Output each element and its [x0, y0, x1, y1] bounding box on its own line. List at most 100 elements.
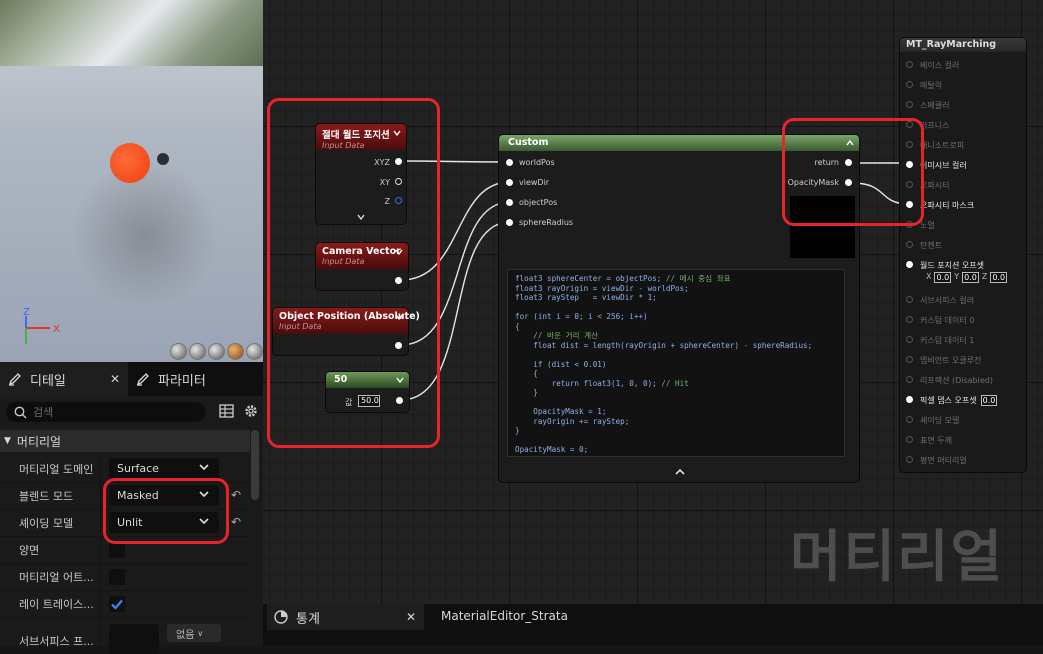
material-input-pin-row[interactable]: 탄젠트 [906, 240, 942, 251]
material-input-pin[interactable] [906, 261, 913, 268]
tab-materialeditor-strata[interactable]: MaterialEditor_Strata [441, 609, 568, 623]
preview-sphere-button[interactable] [189, 343, 206, 360]
material-input-pin-row[interactable]: 서브서피스 컬러 [906, 295, 974, 306]
tab-parameters[interactable]: 파라미터 [128, 362, 214, 396]
chevron-up-icon[interactable] [675, 468, 685, 476]
material-input-pin[interactable] [906, 396, 913, 403]
material-graph-canvas[interactable]: 절대 월드 포지션 Input Data XYZ XY Z Camera Vec… [263, 0, 1043, 604]
material-input-pin-row[interactable]: 리프랙션 (Disabled) [906, 375, 993, 386]
material-input-pin-row[interactable]: 커스텀 데이터 1 [906, 335, 974, 346]
material-input-label: 커스텀 데이터 1 [920, 336, 975, 345]
code-comment: // 바운 거리 계산 [533, 331, 599, 340]
material-input-pin[interactable] [906, 61, 913, 68]
material-input-pin[interactable] [906, 296, 913, 303]
code-line: float3 rayStep = viewDir * 1; [515, 293, 837, 303]
material-input-label: 표면 두께 [920, 436, 952, 445]
material-input-pin[interactable] [906, 456, 913, 463]
material-domain-dropdown[interactable]: Surface [109, 458, 219, 479]
code-line: return float3(1, 0, 0); // Hit [515, 379, 837, 389]
preview-cube-button[interactable] [227, 343, 244, 360]
chevron-down-icon: ∨ [197, 628, 204, 638]
material-input-pin[interactable] [906, 316, 913, 323]
details-scrollbar[interactable] [251, 430, 259, 500]
bottom-tabbar: 통계 ✕ MaterialEditor_Strata [263, 604, 1043, 646]
material-input-pin-row[interactable]: 픽셀 뎁스 오프셋 0.0 [906, 395, 998, 406]
input-pin-worldpos[interactable] [506, 159, 513, 166]
axis-z-label: Z [23, 308, 30, 318]
code-line: return float3(0, 0, 0); // Miss [515, 455, 837, 457]
gear-icon[interactable] [243, 403, 259, 419]
code-text: } [515, 426, 520, 435]
table-view-icon[interactable] [219, 404, 234, 418]
material-input-pin[interactable] [906, 101, 913, 108]
close-icon[interactable]: ✕ [406, 610, 416, 624]
code-text: float3 rayOrigin = viewDir - worldPos; [515, 283, 689, 293]
material-input-pin-row[interactable]: 표면 두께 [906, 435, 952, 446]
material-input-pin-row[interactable]: 메탈릭 [906, 80, 942, 91]
material-preview-viewport[interactable]: Z X [0, 0, 263, 362]
section-header-material[interactable]: ▼ 머티리얼 [0, 430, 250, 452]
code-comment: // Miss [620, 455, 657, 457]
preview-cylinder-button[interactable] [170, 343, 187, 360]
input-pin-objectpos[interactable] [506, 199, 513, 206]
code-text: float3 sphereCenter = objectPos; [515, 274, 662, 283]
chevron-down-icon: ▼ [4, 436, 11, 446]
material-input-pin[interactable] [906, 81, 913, 88]
input-pin-viewdir[interactable] [506, 179, 513, 186]
section-title: 머티리얼 [16, 434, 62, 449]
preview-teapot-button[interactable] [246, 343, 263, 360]
tab-details[interactable]: 디테일 ✕ [0, 362, 128, 396]
two-sided-checkbox[interactable] [109, 542, 125, 558]
property-label: 양면 [19, 544, 40, 557]
node-material-output[interactable]: MT_RayMarching 베이스 컬러 메탈릭 스페큘러 러프니스 애니소트로피 이미… [900, 38, 1026, 472]
reset-to-default-icon[interactable]: ↶ [231, 515, 241, 529]
input-pin-sphereradius[interactable] [506, 219, 513, 226]
code-line: } [515, 388, 837, 398]
asset-picker-dropdown[interactable]: 없음 ∨ [167, 624, 221, 642]
property-row-subsurface-profile: 서브서피스 프... 없음 ∨ [0, 617, 250, 654]
material-input-pin-row[interactable]: 앰비언트 오클루전 [906, 355, 981, 366]
axis-gizmo-icon: Z X [23, 308, 60, 344]
material-input-pin-row[interactable]: 평면 머티리얼 [906, 455, 967, 466]
material-input-pin[interactable] [906, 356, 913, 363]
code-line: rayOrigin += rayStep; [515, 417, 837, 427]
close-icon[interactable]: ✕ [110, 372, 120, 386]
search-input[interactable]: 검색 [6, 402, 206, 422]
code-text: } [515, 388, 538, 397]
highlight-blend-shading [103, 478, 229, 544]
column-divider [100, 590, 101, 617]
material-input-pin-row[interactable]: 셰이딩 모델 [906, 415, 959, 426]
material-input-pin[interactable] [906, 416, 913, 423]
preview-plane-button[interactable] [208, 343, 225, 360]
material-input-pin[interactable] [906, 336, 913, 343]
code-line: if (dist < 0.01) [515, 360, 837, 370]
ray-tracing-checkbox[interactable] [109, 596, 125, 612]
wpo-value-field[interactable]: 0.0 [934, 272, 952, 283]
custom-code-editor[interactable]: float3 sphereCenter = objectPos; // 메시 중… [507, 269, 845, 457]
material-input-pin[interactable] [906, 436, 913, 443]
wpo-value-field[interactable]: 0.0 [962, 272, 979, 283]
material-input-pin-row[interactable]: 베이스 컬러 [906, 60, 959, 71]
material-input-label: 커스텀 데이터 0 [920, 316, 975, 325]
pdo-value-field[interactable]: 0.0 [980, 395, 998, 406]
code-line: { [515, 322, 837, 332]
reset-to-default-icon[interactable]: ↶ [231, 488, 241, 502]
material-attributes-checkbox[interactable] [109, 569, 125, 585]
input-label: worldPos [519, 158, 555, 167]
graph-watermark: 머티리얼 [790, 525, 1005, 590]
wpo-value-field[interactable]: 0.0 [990, 272, 1008, 283]
material-input-pin-row[interactable]: 스페큘러 [906, 100, 949, 111]
node-title: MT_RayMarching [906, 39, 997, 50]
property-label: 서브서피스 프... [19, 635, 94, 648]
material-input-pin[interactable] [906, 376, 913, 383]
material-input-label: 셰이딩 모델 [920, 416, 960, 425]
material-input-pin-row[interactable]: 커스텀 데이터 0 [906, 315, 974, 326]
material-input-pin[interactable] [906, 241, 913, 248]
column-divider [100, 482, 101, 509]
material-input-pin-row[interactable]: 월드 포지션 오프셋 X 0.0 Y 0.0 Z 0.0 [906, 260, 1008, 283]
search-placeholder: 검색 [33, 406, 54, 419]
highlight-custom-outputs [782, 118, 924, 226]
tab-stats[interactable]: 통계 ✕ [267, 604, 424, 630]
asset-thumbnail[interactable] [109, 624, 159, 654]
